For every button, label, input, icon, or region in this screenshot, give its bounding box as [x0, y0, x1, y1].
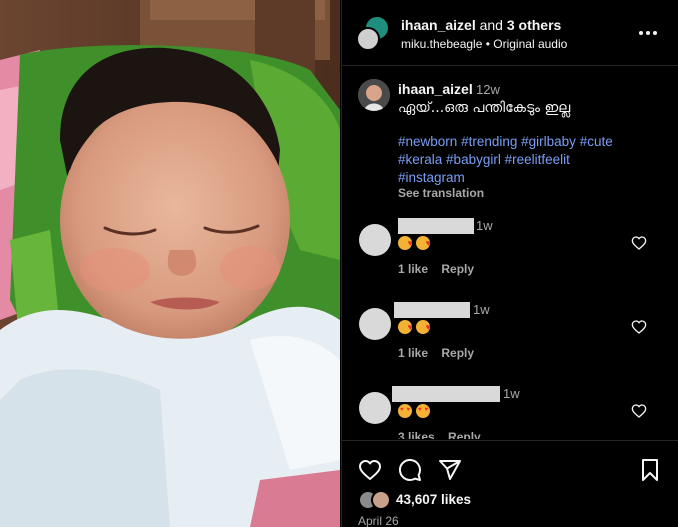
reply-button[interactable]: Reply [448, 430, 481, 439]
collab-others[interactable]: and 3 others [480, 17, 562, 33]
heart-eyes-icon: ♥ ♥ [416, 404, 430, 418]
hashtag-link[interactable]: #instagram [398, 170, 465, 185]
comment-like-heart-icon[interactable] [631, 235, 647, 251]
caption-hashtags: #newborn #trending #girlbaby #cute #kera… [398, 133, 638, 187]
share-icon[interactable] [438, 458, 462, 482]
face-blowing-kiss-icon: ♥ [416, 320, 430, 334]
comment-text: ♥ ♥ ♥ ♥ [398, 404, 430, 418]
comment-avatar-redacted[interactable] [359, 308, 391, 340]
post-side-panel: ihaan_aizel and 3 others miku.thebeagle … [341, 0, 678, 527]
audio-label[interactable]: Original audio [493, 37, 567, 51]
caption-text: ഏയ്...ഒരു പന്തികേടും ഇല്ല [398, 100, 571, 116]
baby-video-frame [0, 0, 340, 527]
face-blowing-kiss-icon: ♥ [398, 320, 412, 334]
comment-time[interactable]: 1w [503, 386, 520, 401]
audio-line: miku.thebeagle • Original audio [401, 37, 567, 51]
post-date[interactable]: April 26 [358, 514, 399, 527]
more-dot [639, 31, 643, 35]
collab-and: and [479, 17, 503, 33]
comment-time[interactable]: 1w [473, 302, 490, 317]
more-icon[interactable] [639, 24, 657, 42]
comment-like-heart-icon[interactable] [631, 319, 647, 335]
caption-avatar[interactable] [358, 79, 390, 111]
comment-avatar-redacted[interactable] [359, 224, 391, 256]
comment-likes[interactable]: 1 like [398, 346, 428, 360]
comment-time[interactable]: 1w [476, 218, 493, 233]
liker-avatar [371, 490, 391, 510]
face-blowing-kiss-icon: ♥ [416, 236, 430, 250]
post-actions-bar: 43,607 likes April 26 [342, 440, 678, 527]
comment-username-redacted[interactable] [398, 218, 474, 234]
hashtag-link[interactable]: #babygirl [446, 152, 501, 167]
comment-avatar-redacted[interactable] [359, 392, 391, 424]
more-dot [646, 31, 650, 35]
header-title: ihaan_aizel and 3 others [401, 17, 561, 33]
hashtag-link[interactable]: #girlbaby [521, 134, 576, 149]
caption-time[interactable]: 12w [476, 82, 500, 97]
hashtag-link[interactable]: #cute [580, 134, 613, 149]
post-header: ihaan_aizel and 3 others miku.thebeagle … [342, 0, 678, 66]
comment-actions: 1 like Reply [398, 346, 484, 360]
collab-avatar-secondary [356, 27, 380, 51]
hashtag-link[interactable]: #kerala [398, 152, 442, 167]
caption-username[interactable]: ihaan_aizel [398, 81, 473, 97]
comment-likes[interactable]: 3 likes [398, 430, 435, 439]
reel-video[interactable] [0, 0, 340, 527]
see-translation-link[interactable]: See translation [398, 186, 484, 200]
reply-button[interactable]: Reply [441, 262, 474, 276]
hashtag-link[interactable]: #newborn [398, 134, 457, 149]
bookmark-icon[interactable] [638, 458, 662, 482]
comment-actions: 3 likes Reply [398, 430, 491, 439]
comment-item: 1w ♥ ♥ 1 like Reply [342, 302, 678, 378]
hashtag-link[interactable]: #reelitfeelit [505, 152, 570, 167]
comment-item: 1w ♥ ♥ 1 like Reply [342, 218, 678, 294]
comment-item: 1w ♥ ♥ ♥ ♥ 3 likes Reply [342, 386, 678, 439]
hashtag-link[interactable]: #trending [461, 134, 517, 149]
heart-eyes-icon: ♥ ♥ [398, 404, 412, 418]
face-blowing-kiss-icon: ♥ [398, 236, 412, 250]
collab-others-count: 3 others [506, 17, 562, 33]
comments-section[interactable]: ihaan_aizel 12w ഏയ്...ഒരു പന്തികേടും ഇല്… [342, 67, 678, 439]
more-dot [653, 31, 657, 35]
audio-separator: • [482, 37, 494, 51]
collab-avatars[interactable] [356, 15, 392, 51]
comment-text: ♥ ♥ [398, 236, 430, 250]
comment-text: ♥ ♥ [398, 320, 430, 334]
comment-username-redacted[interactable] [394, 302, 470, 318]
comment-username-redacted[interactable] [392, 386, 500, 402]
reply-button[interactable]: Reply [441, 346, 474, 360]
caption-avatar-image [358, 79, 390, 111]
comment-likes[interactable]: 1 like [398, 262, 428, 276]
author-username[interactable]: ihaan_aizel [401, 17, 476, 33]
comment-icon[interactable] [398, 458, 422, 482]
comment-like-heart-icon[interactable] [631, 403, 647, 419]
likes-count[interactable]: 43,607 likes [396, 492, 471, 507]
heart-icon[interactable] [358, 458, 382, 482]
comment-actions: 1 like Reply [398, 262, 484, 276]
audio-user[interactable]: miku.thebeagle [401, 37, 482, 51]
